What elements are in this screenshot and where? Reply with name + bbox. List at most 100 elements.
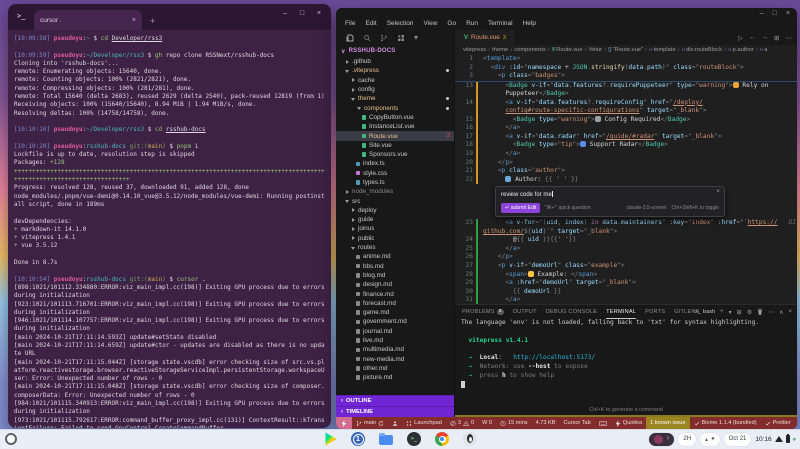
- screen-capture-pill[interactable]: ↑: [649, 433, 674, 446]
- code-line[interactable]: config#route-specific-configurations" ta…: [455, 107, 797, 116]
- new-tab-button[interactable]: +: [150, 16, 155, 26]
- code-line[interactable]: github.com/${uid}`" target="_blank">: [455, 228, 797, 237]
- tree-item-guide[interactable]: guide: [336, 215, 454, 224]
- terminal-output[interactable]: [10:09:58] pseudoyu:~ $ cd Developer/rss…: [8, 30, 331, 428]
- tree-item-forecast.md[interactable]: forecast.md: [336, 299, 454, 308]
- status-item-w-counter[interactable]: W 0: [478, 417, 496, 429]
- menu-go[interactable]: Go: [442, 18, 461, 29]
- tree-item-index.ts[interactable]: index.ts: [336, 159, 454, 168]
- terminal-profile-selector[interactable]: >_bash: [695, 309, 716, 315]
- breadcrumb-item[interactable]: theme: [492, 47, 508, 53]
- maximize-icon[interactable]: □: [773, 10, 777, 17]
- breadcrumb-item[interactable]: template: [653, 47, 675, 53]
- more-actions-icon[interactable]: ⋯: [768, 309, 774, 316]
- submit-edit-button[interactable]: ↵ submit Edit: [501, 203, 540, 214]
- tree-item-game.md[interactable]: game.md: [336, 308, 454, 317]
- tab-close-icon[interactable]: ×: [132, 17, 136, 24]
- shelf-app-1password[interactable]: 1: [351, 432, 365, 446]
- split-terminal-icon[interactable]: ⊞: [737, 309, 742, 316]
- tree-item-components[interactable]: components: [336, 103, 454, 112]
- tree-item-node_modules[interactable]: node_modules: [336, 187, 454, 196]
- menu-help[interactable]: Help: [518, 18, 541, 29]
- status-item-notifications[interactable]: [795, 417, 797, 429]
- notifications-pill[interactable]: ▴ ●: [700, 433, 720, 446]
- panel-tab-terminal[interactable]: TERMINAL: [606, 305, 636, 319]
- more-actions-icon[interactable]: ⋯: [786, 34, 793, 42]
- breadcrumb-item[interactable]: a: [764, 47, 767, 53]
- tree-item-public[interactable]: public: [336, 234, 454, 243]
- generate-command-hint[interactable]: Ctrl+K to generate a command: [455, 405, 797, 417]
- status-item-prettier[interactable]: Prettier: [761, 417, 795, 429]
- tree-item-journal.md[interactable]: journal.md: [336, 327, 454, 336]
- tree-item-picture.md[interactable]: picture.md: [336, 373, 454, 382]
- tree-item-bbs.md[interactable]: bbs.md: [336, 262, 454, 271]
- close-icon[interactable]: ×: [315, 10, 323, 17]
- code-line[interactable]: 14 <a v-if="data.features?.requireConfig…: [455, 99, 797, 108]
- breadcrumb-item[interactable]: div.routeBlock: [686, 47, 722, 53]
- tree-item-multimedia.md[interactable]: multimedia.md: [336, 345, 454, 354]
- launcher-button[interactable]: [5, 433, 17, 445]
- tree-item-live.md[interactable]: live.md: [336, 336, 454, 345]
- shelf-app-chrome[interactable]: [435, 432, 449, 446]
- tab-route-vue[interactable]: V Route.vue 3: [455, 30, 516, 45]
- tree-item-deploy[interactable]: deploy: [336, 206, 454, 215]
- tree-item-InstanceList.vue[interactable]: InstanceList.vue: [336, 122, 454, 131]
- vscode-titlebar[interactable]: – □ × FileEditSelectionViewGoRunTerminal…: [336, 8, 797, 30]
- back-icon[interactable]: ←: [749, 34, 756, 41]
- status-item-keyboard[interactable]: [595, 417, 611, 429]
- split-editor-icon[interactable]: ⊞: [774, 34, 779, 42]
- breadcrumb-item[interactable]: components: [514, 47, 546, 53]
- explorer-icon[interactable]: [346, 34, 354, 42]
- code-line[interactable]: 24 @{{ uid }}{{' '}}: [455, 236, 797, 245]
- breadcrumb-item[interactable]: "Route.vue": [613, 47, 644, 53]
- terminal-tab[interactable]: cursor . ×: [34, 10, 142, 30]
- terminal-panel-output[interactable]: The language 'env' is not loaded, fallin…: [461, 319, 793, 407]
- tree-item-Route.vue[interactable]: Route.vue3: [336, 131, 454, 140]
- status-area[interactable]: 10:16 ‹›: [755, 435, 795, 443]
- model-selector[interactable]: claude-3.5-sonnet: [626, 204, 666, 213]
- code-line[interactable]: 25 </a>: [455, 245, 797, 254]
- tree-item-src[interactable]: src: [336, 196, 454, 205]
- tree-item-other.md[interactable]: other.md: [336, 364, 454, 373]
- shelf-app-linux-penguin[interactable]: [463, 432, 477, 446]
- tree-item-new-media.md[interactable]: new-media.md: [336, 355, 454, 364]
- tree-item-finance.md[interactable]: finance.md: [336, 289, 454, 298]
- status-item-quokka[interactable]: Quokka: [611, 417, 646, 429]
- code-line[interactable]: 16 </a>: [455, 124, 797, 133]
- section-timeline[interactable]: ›TIMELINE: [336, 406, 454, 417]
- tree-item-government.md[interactable]: government.md: [336, 317, 454, 326]
- minimize-icon[interactable]: –: [281, 10, 289, 17]
- tree-item-.github[interactable]: .github: [336, 57, 454, 66]
- new-terminal-icon[interactable]: +: [720, 309, 724, 315]
- shelf-app-terminal[interactable]: >_: [407, 432, 421, 446]
- tree-item-.vitepress[interactable]: .vitepress: [336, 66, 454, 75]
- code-line[interactable]: 1<template>: [455, 55, 797, 64]
- code-line[interactable]: 20 </p>: [455, 159, 797, 168]
- tree-item-style.css[interactable]: style.css: [336, 169, 454, 178]
- forward-icon[interactable]: →: [762, 34, 769, 41]
- status-item-known-issue[interactable]: 1 known issue: [646, 417, 689, 429]
- tree-item-types.ts[interactable]: types.ts: [336, 178, 454, 187]
- code-line[interactable]: 21 <p class="author">: [455, 167, 797, 176]
- run-icon[interactable]: ▷: [738, 34, 743, 42]
- explorer-root-header[interactable]: ∨ RSSHUB-DOCS: [336, 45, 454, 57]
- breadcrumb-item[interactable]: Route.vue: [556, 47, 582, 53]
- shelf-app-files[interactable]: [379, 435, 393, 445]
- status-item-remote-indicator[interactable]: [336, 417, 352, 429]
- status-item-biome[interactable]: Biome 1.1.4 (bundled): [690, 417, 761, 429]
- code-line[interactable]: 19 </a>: [455, 150, 797, 159]
- search-icon[interactable]: [363, 34, 371, 42]
- code-line[interactable]: 3 <p class="badges">: [455, 72, 797, 82]
- code-line[interactable]: 15 <Badge type="warning"> Config Require…: [455, 116, 797, 125]
- menu-edit[interactable]: Edit: [360, 18, 381, 29]
- source-control-icon[interactable]: [380, 34, 388, 42]
- minimize-icon[interactable]: –: [760, 10, 764, 17]
- panel-tab-ports[interactable]: PORTS: [645, 305, 665, 319]
- tree-item-routes[interactable]: routes: [336, 243, 454, 252]
- breadcrumb-item[interactable]: vitepress: [463, 47, 486, 53]
- code-line[interactable]: 13 <Badge v-if="data.features?.requirePu…: [455, 82, 797, 91]
- status-item-problems[interactable]: 30: [446, 417, 478, 429]
- status-item-git-branch[interactable]: main: [352, 417, 388, 429]
- status-item-file-size[interactable]: 4.73 KB: [532, 417, 560, 429]
- date-pill[interactable]: Oct 21: [724, 433, 752, 446]
